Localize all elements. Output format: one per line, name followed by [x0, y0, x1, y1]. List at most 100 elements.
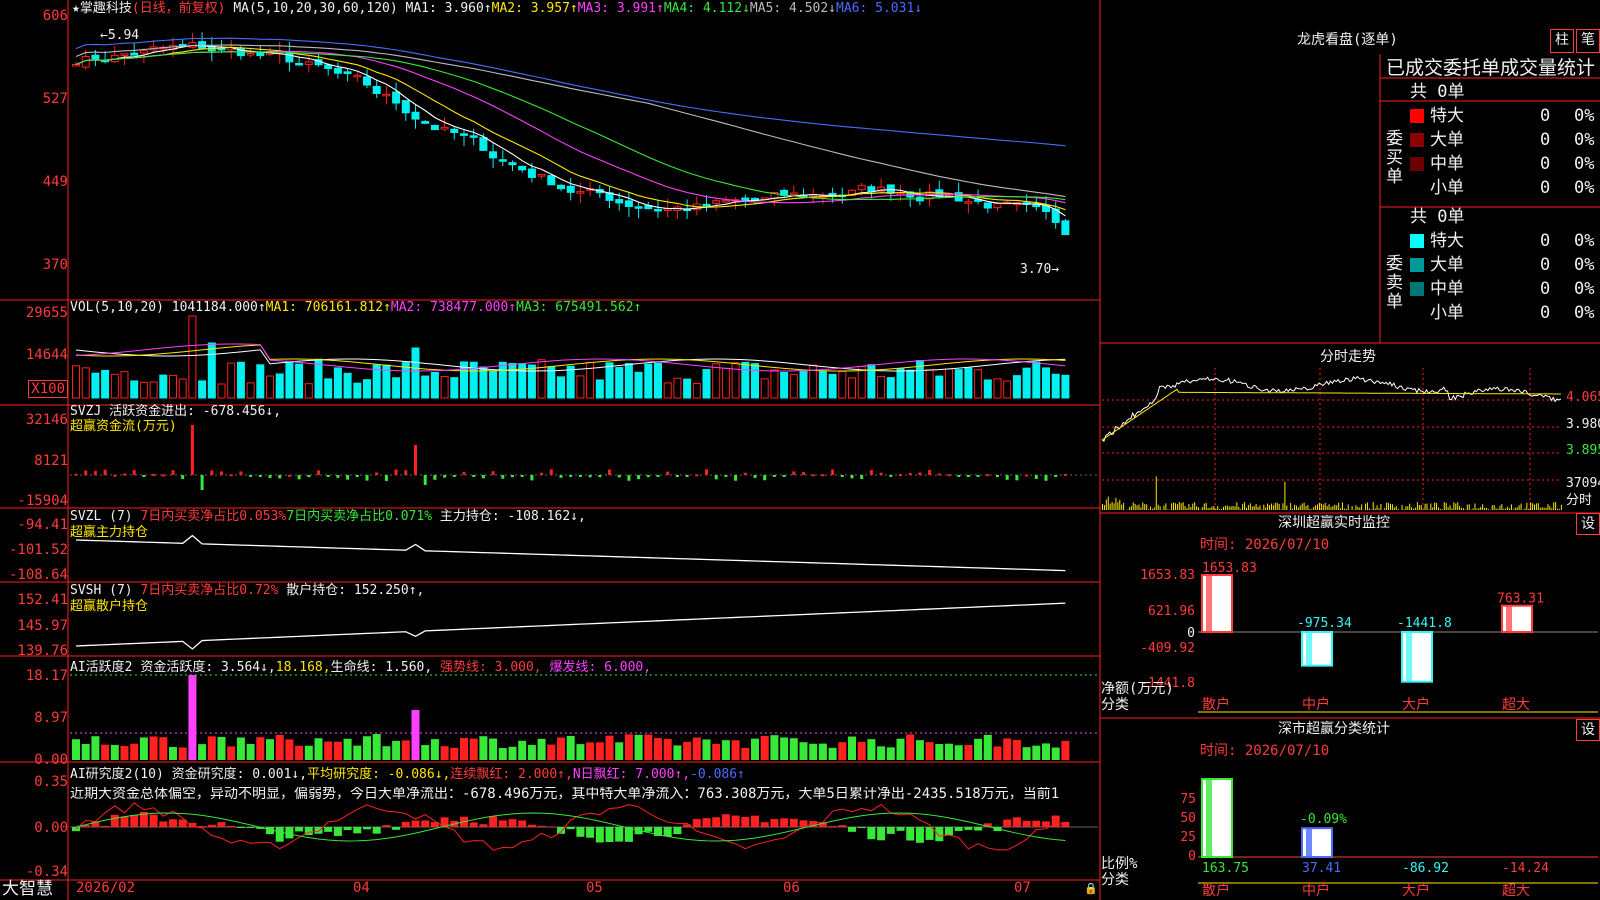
research-bar: [1032, 820, 1041, 827]
chart-mode[interactable]: (日线，前复权): [132, 1, 226, 16]
sz-stats-settings-button[interactable]: 设: [1576, 719, 1600, 741]
tick-view-button[interactable]: 笔: [1576, 29, 1600, 53]
stats-value-label: -86.92: [1402, 861, 1449, 876]
intraday-vol-bar: [1539, 507, 1541, 510]
volume-bar: [605, 362, 614, 399]
activity-bar: [392, 740, 401, 760]
intraday-vol-bar: [1543, 507, 1545, 510]
buy-s-swatch: [1410, 181, 1424, 195]
fund-flow-bar: [986, 474, 990, 477]
intraday-vol-bar: [1282, 503, 1284, 510]
intraday-vol-bar: [1105, 499, 1107, 510]
intraday-vol-bar: [1551, 508, 1553, 510]
svsh-position: 散户持仓: 152.250↑,: [286, 583, 425, 598]
fund-flow-bar: [123, 473, 126, 476]
research-bar: [789, 818, 798, 827]
fund-flow-bar: [617, 475, 621, 478]
research-bar: [576, 827, 585, 837]
candle: [547, 175, 556, 186]
retail-line: [75, 602, 1066, 650]
sz-stats-time: 时间: 2026/07/10: [1200, 743, 1330, 759]
fund-flow-bar: [646, 475, 650, 478]
candle: [654, 208, 662, 212]
intraday-vol-bar: [1418, 505, 1420, 510]
fund-flow-bar: [675, 475, 679, 477]
intraday-vol-bar: [1482, 504, 1484, 510]
volume-bar: [498, 361, 507, 399]
candle: [139, 49, 148, 54]
research-bar: [1012, 817, 1021, 827]
fund-flow-bar: [821, 474, 825, 477]
intraday-vol-bar: [1553, 502, 1555, 510]
main-chart-canvas[interactable]: 1653.83 -975.34 -1441.8 763.31 163.75 37.41 -8…: [0, 0, 1600, 900]
intraday-vol-bar: [1159, 506, 1161, 510]
chart-header: ★掌趣科技(日线，前复权) MA(5,10,20,30,60,120) MA1:…: [72, 1, 922, 16]
fund-flow-bar: [113, 474, 117, 477]
lock-icon[interactable]: 🔒: [1084, 881, 1098, 896]
ma1-value: MA1: 3.960↑: [405, 1, 492, 16]
ai2-axis-tick: 0.00: [34, 820, 68, 836]
intraday-vol-bar: [1355, 505, 1357, 510]
fund-flow-bar: [491, 471, 495, 475]
vol-unit-badge[interactable]: X100: [28, 380, 68, 398]
intraday-vol-bar: [1276, 502, 1278, 510]
vol-axis-tick: 14644: [25, 347, 68, 363]
svzj-value: 活跃资金进出: -678.456↓,: [109, 404, 282, 419]
activity-bar: [353, 745, 362, 760]
intraday-vol-bar: [1376, 505, 1378, 510]
bar-view-button[interactable]: 柱: [1550, 29, 1574, 53]
fund-flow-bar: [666, 471, 670, 475]
activity-bar: [818, 743, 827, 760]
intraday-vol-bar: [1374, 508, 1376, 510]
fund-flow-bar: [171, 470, 175, 475]
activity-bar: [1051, 747, 1060, 760]
low-price-annotation: 3.70→: [1020, 262, 1060, 277]
research-bar: [343, 827, 352, 831]
svzj-subtitle: 超赢资金流(万元): [70, 419, 177, 434]
ai2-research: 资金研究度: 0.001↓,: [171, 767, 308, 782]
research-bar: [411, 820, 420, 827]
ma-line: [75, 51, 1066, 201]
fund-flow-bar: [559, 475, 563, 478]
intraday-vol-bar: [1184, 506, 1186, 510]
intraday-vol-bar: [1445, 503, 1447, 510]
intraday-vol-bar: [1430, 503, 1432, 510]
ai2-summary-text: 近期大资金总体偏空，异动不明显，偏弱势，今日大单净流出：-678.496万元，其…: [70, 787, 1060, 802]
fund-flow-bar: [753, 475, 757, 478]
volume-bar: [751, 363, 759, 399]
intraday-vol-bar: [1438, 507, 1439, 510]
ma-params: MA(5,10,20,30,60,120): [233, 1, 398, 16]
fund-flow-bar: [103, 469, 107, 475]
favorite-star-icon[interactable]: ★: [72, 1, 80, 16]
activity-bar: [159, 737, 168, 760]
research-bar: [964, 827, 973, 830]
fund-flow-bar: [355, 475, 359, 477]
fund-flow-bar: [743, 472, 747, 475]
intraday-vol-bar: [1361, 504, 1363, 510]
fund-flow-bar: [899, 474, 902, 477]
fund-flow-bar: [1015, 475, 1019, 481]
intraday-vol-bar: [1144, 504, 1146, 510]
activity-bar: [731, 740, 740, 760]
research-bar: [363, 827, 371, 830]
sz-monitor-settings-button[interactable]: 设: [1576, 513, 1600, 535]
volume-bar: [324, 378, 333, 399]
intraday-vol-bar: [1313, 506, 1315, 510]
fund-flow-bar: [831, 469, 835, 475]
research-bar: [498, 820, 507, 827]
sz-axis-tick: -409.92: [1140, 641, 1195, 656]
volume-bar: [440, 376, 449, 399]
intraday-avg-line: [1101, 388, 1561, 441]
svsh-axis-tick: 139.76: [17, 643, 68, 659]
date-axis-label: 04: [353, 880, 370, 896]
intraday-vol-bar: [1528, 508, 1530, 510]
volume-bar: [508, 363, 517, 399]
intraday-vol-bar: [1209, 507, 1211, 510]
intraday-vol-bar: [1555, 502, 1557, 510]
ai2-value-e: -0.086↑: [690, 767, 745, 782]
activity-bar: [848, 736, 856, 760]
research-bar: [702, 818, 711, 827]
activity-bar: [149, 736, 158, 760]
activity-bar: [275, 734, 284, 760]
activity-bar: [644, 734, 653, 760]
